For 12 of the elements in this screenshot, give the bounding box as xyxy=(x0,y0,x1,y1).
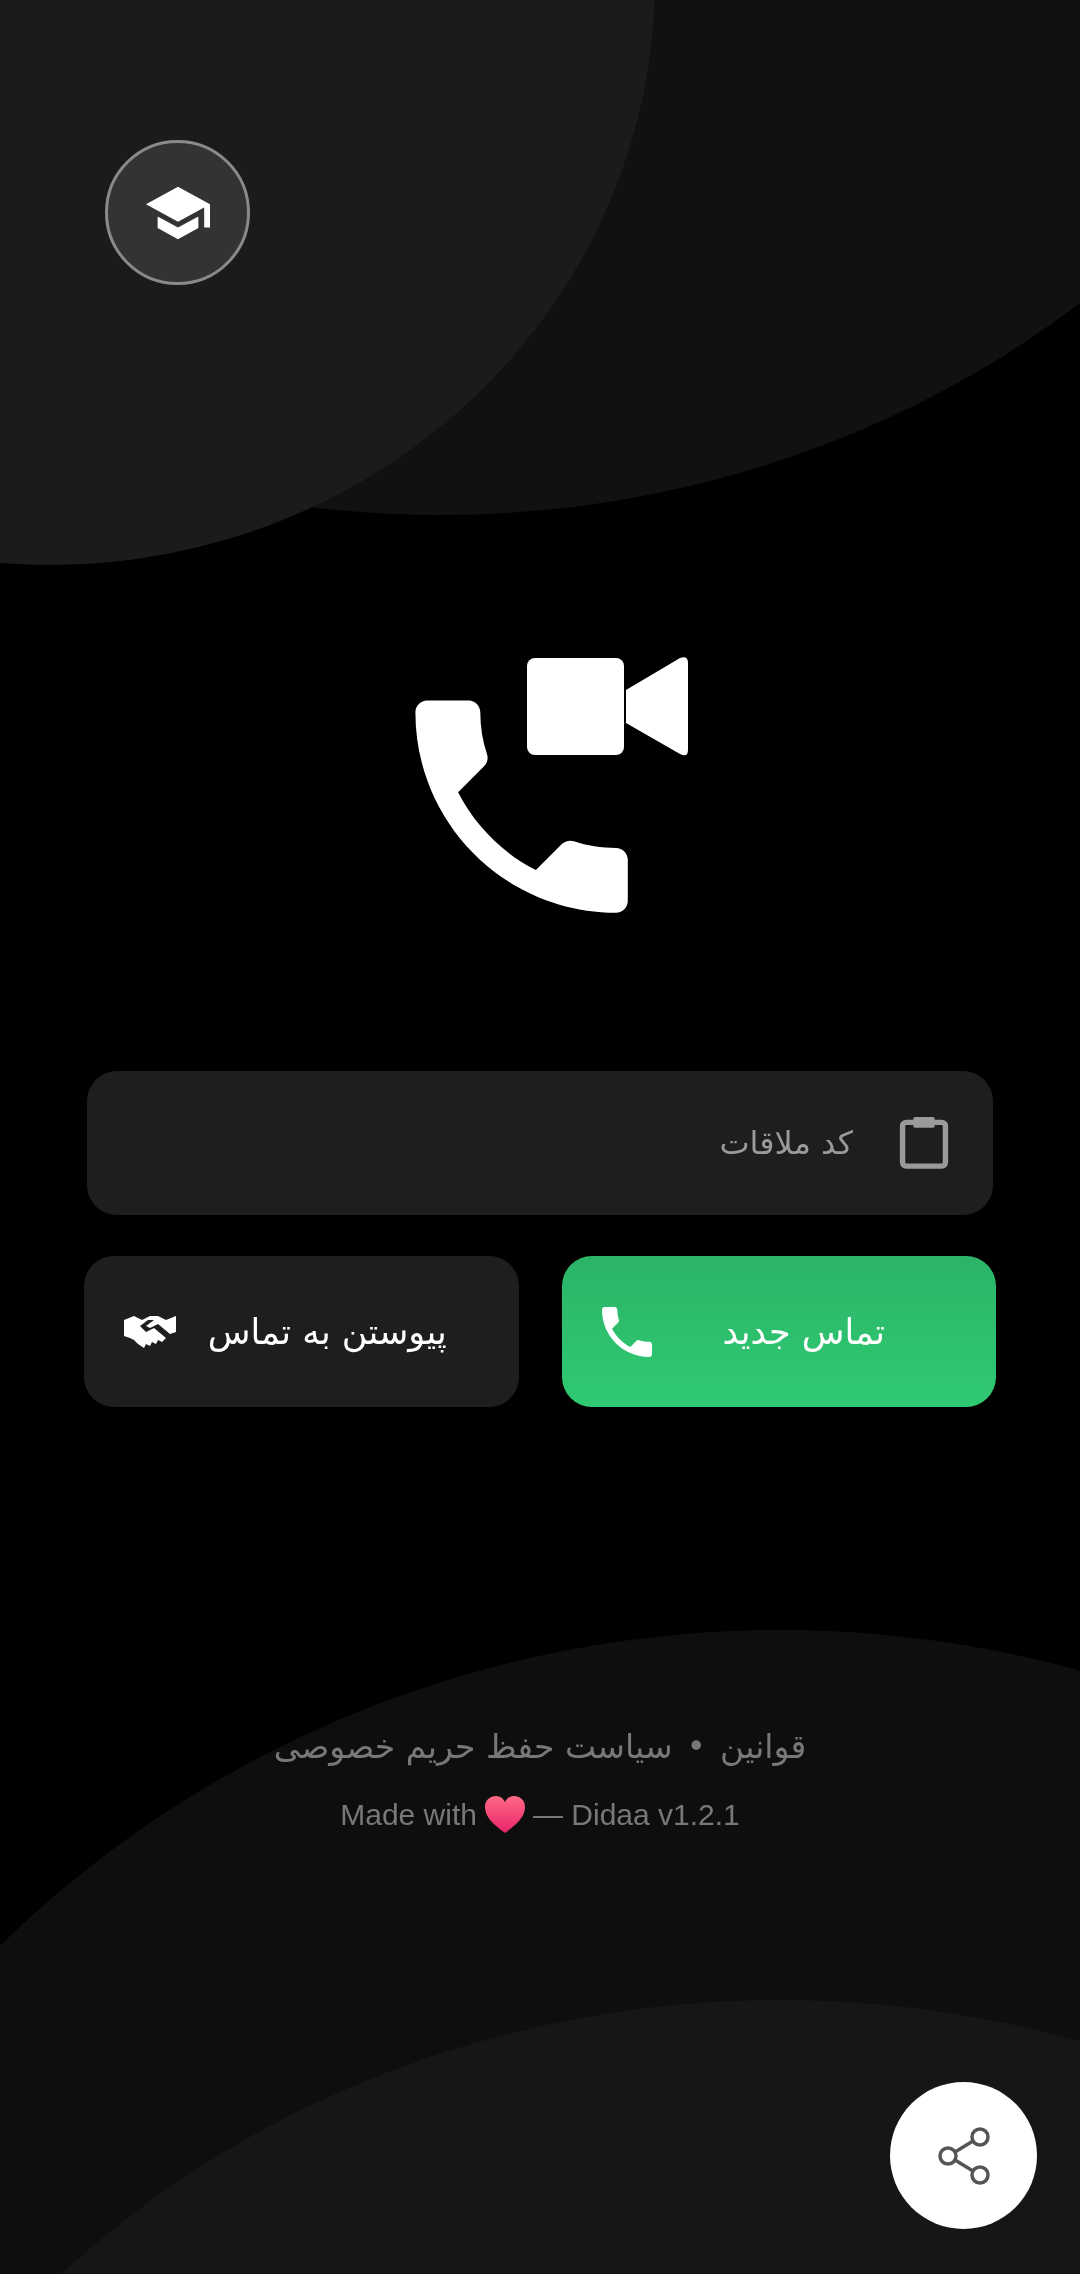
heart-icon xyxy=(484,1796,525,1834)
handshake-icon xyxy=(124,1313,176,1350)
privacy-policy-link[interactable]: سیاست حفظ حریم خصوصی xyxy=(273,1727,673,1766)
phone-icon xyxy=(601,1306,652,1357)
version-text: — Didaa v1.2.1 xyxy=(532,1798,740,1832)
share-icon xyxy=(935,2125,992,2186)
meeting-code-field[interactable]: کد ملاقات xyxy=(87,1071,993,1215)
new-call-button[interactable]: تماس جدید xyxy=(561,1256,996,1407)
credit-text: Made with xyxy=(340,1798,477,1832)
join-call-button[interactable]: پیوستن به تماس xyxy=(84,1256,519,1407)
terms-link[interactable]: قوانین xyxy=(720,1727,807,1766)
separator-dot: • xyxy=(686,1727,707,1766)
